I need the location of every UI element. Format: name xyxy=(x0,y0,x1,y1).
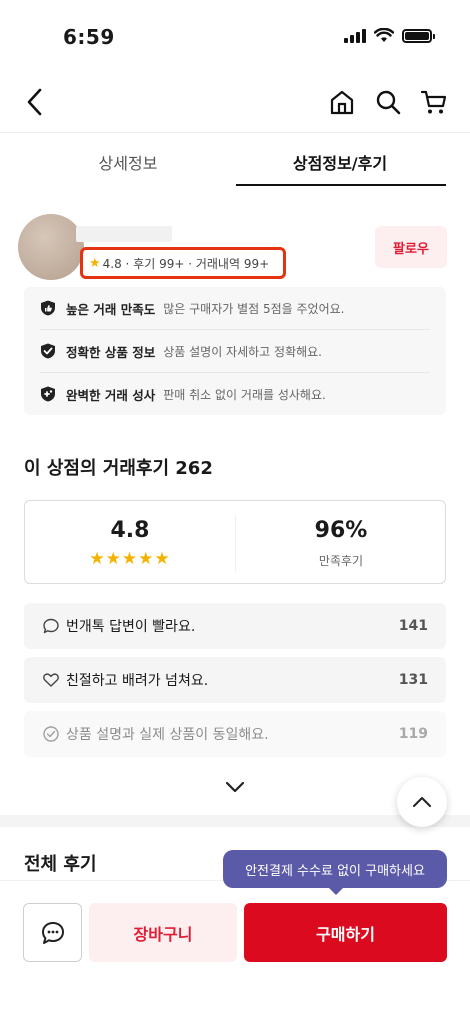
scroll-to-top-button[interactable] xyxy=(397,777,447,827)
rating-summary-card: 4.8 ★★★★★ 96% 만족후기 xyxy=(24,500,446,584)
review-tag-text: 친절하고 배려가 넘쳐요. xyxy=(66,673,209,689)
wifi-icon xyxy=(374,28,394,42)
chat-icon xyxy=(41,921,64,944)
star-icon: ★ xyxy=(89,255,101,271)
heart-icon xyxy=(43,673,59,687)
chevron-down-icon[interactable] xyxy=(224,776,246,798)
store-name-redacted xyxy=(76,226,172,242)
reviews-section-title: 이 상점의 거래후기 262 xyxy=(24,458,213,479)
badge-title: 정확한 상품 정보 xyxy=(66,344,156,360)
status-icons xyxy=(344,28,435,43)
review-tag-text: 번개톡 답변이 빨라요. xyxy=(66,619,196,635)
plus-shield-icon xyxy=(41,386,55,402)
review-tag-count: 119 xyxy=(398,726,428,742)
tab-store-info[interactable]: 상점정보/후기 xyxy=(240,150,440,174)
nav-actions xyxy=(328,88,448,116)
badge-title: 완벽한 거래 성사 xyxy=(66,387,156,403)
header-divider xyxy=(0,132,470,133)
review-tag-count: 141 xyxy=(398,618,428,634)
all-reviews-title: 전체 후기 xyxy=(24,854,97,875)
store-stats-text: 4.8 · 후기 99+ · 거래내역 99+ xyxy=(102,256,270,271)
badge-accuracy: 정확한 상품 정보 상품 설명이 자세하고 정확해요. xyxy=(40,330,436,372)
top-navigation xyxy=(0,76,470,130)
safe-payment-tooltip: 안전결제 수수료 없이 구매하세요 xyxy=(223,850,447,895)
search-icon[interactable] xyxy=(374,88,402,116)
store-header: ★ 4.8 · 후기 99+ · 거래내역 99+ 팔로우 xyxy=(0,212,470,287)
section-separator xyxy=(0,815,470,827)
review-tag-item: 친절하고 배려가 넘쳐요. 131 xyxy=(24,657,446,703)
store-badges: 높은 거래 만족도 많은 구매자가 별점 5점을 주었어요. 정확한 상품 정보… xyxy=(24,287,446,415)
active-tab-indicator xyxy=(236,184,446,186)
back-arrow-icon[interactable] xyxy=(22,86,50,118)
store-stats-highlight: ★ 4.8 · 후기 99+ · 거래내역 99+ xyxy=(80,247,286,279)
badge-description: 판매 취소 없이 거래를 성사해요. xyxy=(163,387,326,402)
tab-bar: 상세정보 상점정보/후기 xyxy=(0,140,470,188)
star-rating-icon: ★★★★★ xyxy=(89,549,171,569)
review-tag-item: 번개톡 답변이 빨라요. 141 xyxy=(24,603,446,649)
check-shield-icon xyxy=(41,343,55,359)
chat-button[interactable] xyxy=(23,903,82,962)
battery-icon xyxy=(402,28,435,43)
add-to-cart-button[interactable]: 장바구니 xyxy=(89,903,237,962)
store-avatar[interactable] xyxy=(18,214,84,280)
status-bar: 6:59 xyxy=(0,0,470,76)
badge-description: 많은 구매자가 별점 5점을 주었어요. xyxy=(163,301,345,316)
chevron-up-icon xyxy=(413,797,431,807)
satisfaction-label: 만족후기 xyxy=(318,554,364,568)
check-circle-icon xyxy=(43,726,59,742)
badge-description: 상품 설명이 자세하고 정확해요. xyxy=(163,344,322,359)
review-tag-item: 상품 설명과 실제 상품이 동일해요. 119 xyxy=(24,711,446,757)
home-icon[interactable] xyxy=(328,88,356,116)
rating-score: 4.8 xyxy=(110,518,150,543)
follow-button[interactable]: 팔로우 xyxy=(375,226,447,268)
status-time: 6:59 xyxy=(63,25,115,49)
tab-details[interactable]: 상세정보 xyxy=(28,150,228,174)
badge-completion: 완벽한 거래 성사 판매 취소 없이 거래를 성사해요. xyxy=(40,373,436,415)
satisfaction-percent: 96% xyxy=(314,518,368,543)
badge-title: 높은 거래 만족도 xyxy=(66,301,156,317)
speech-bubble-icon xyxy=(43,618,59,634)
cart-icon[interactable] xyxy=(420,88,448,116)
buy-now-button[interactable]: 구매하기 xyxy=(244,903,447,962)
signal-icon xyxy=(344,28,366,43)
thumbs-up-shield-icon xyxy=(41,300,55,316)
review-tag-text: 상품 설명과 실제 상품이 동일해요. xyxy=(66,727,269,743)
badge-satisfaction: 높은 거래 만족도 많은 구매자가 별점 5점을 주었어요. xyxy=(40,287,436,329)
review-tag-count: 131 xyxy=(398,672,428,688)
